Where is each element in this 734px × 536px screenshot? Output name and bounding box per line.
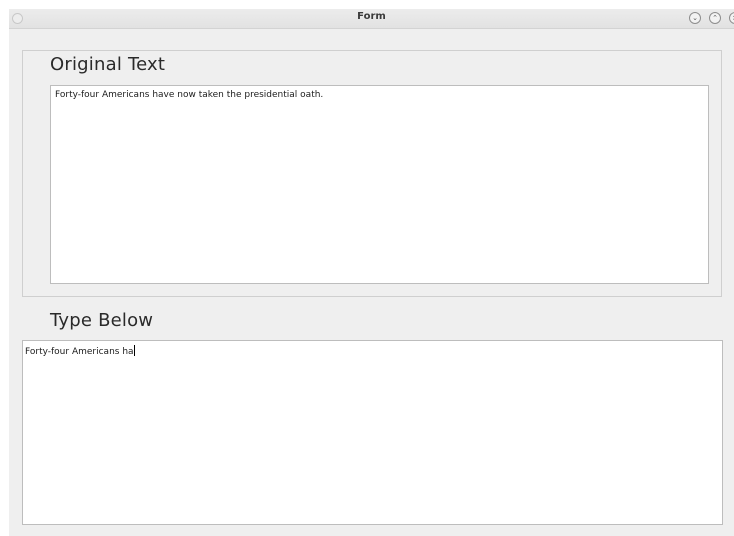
original-text-label: Original Text (50, 54, 166, 75)
title-bar[interactable]: Form ⌄ ⌃ × (9, 9, 734, 29)
close-icon[interactable]: × (729, 12, 734, 24)
typing-input[interactable]: Forty-four Americans ha (22, 340, 723, 525)
form-window: Form ⌄ ⌃ × Original Text Forty-four Amer… (9, 9, 734, 536)
chevron-down-icon[interactable]: ⌄ (689, 12, 701, 24)
original-text-content: Forty-four Americans have now taken the … (55, 90, 324, 100)
window-title: Form (357, 11, 386, 22)
type-below-label: Type Below (50, 310, 154, 331)
text-cursor (133, 345, 135, 356)
chevron-up-icon[interactable]: ⌃ (709, 12, 721, 24)
typed-text: Forty-four Americans ha (25, 347, 134, 357)
original-text-display: Forty-four Americans have now taken the … (50, 85, 709, 284)
